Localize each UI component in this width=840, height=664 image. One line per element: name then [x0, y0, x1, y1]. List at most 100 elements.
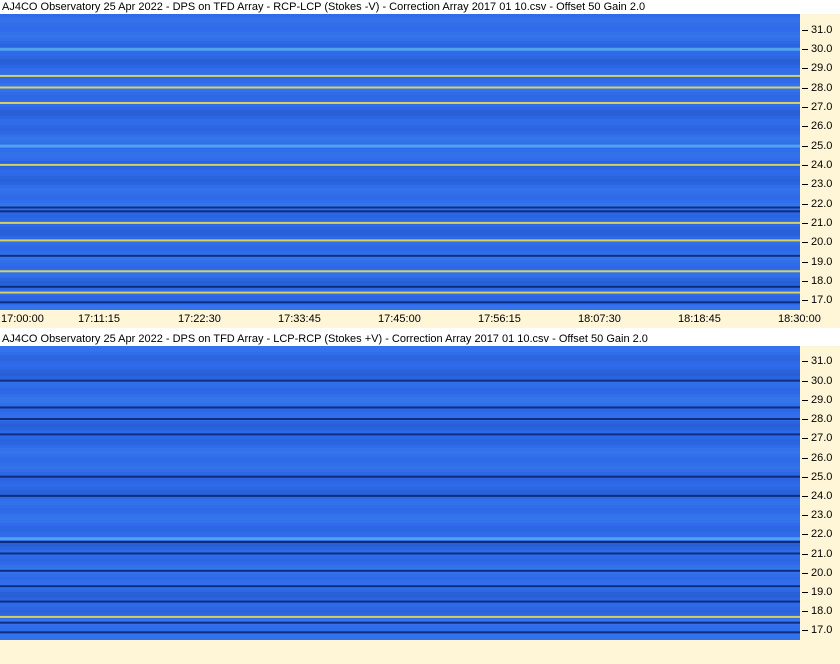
- freq-tick-mark: [802, 300, 808, 302]
- freq-tick-mark: [802, 438, 808, 440]
- texture-row: [0, 517, 800, 520]
- texture-row: [0, 59, 800, 62]
- texture-row: [0, 421, 800, 424]
- texture-row: [0, 23, 800, 26]
- freq-tick-label: 27.0: [811, 432, 833, 445]
- texture-row: [0, 454, 800, 457]
- bottom-spectrogram: [0, 346, 800, 640]
- texture-row: [0, 203, 800, 206]
- texture-row: [0, 505, 800, 508]
- texture-row: [0, 397, 800, 400]
- texture-row: [0, 412, 800, 415]
- texture-row: [0, 547, 800, 550]
- texture-row: [0, 574, 800, 577]
- texture-row: [0, 65, 800, 68]
- texture-row: [0, 248, 800, 251]
- texture-row: [0, 394, 800, 397]
- texture-row: [0, 565, 800, 568]
- spectral-band-1: [0, 406, 800, 409]
- texture-row: [0, 281, 800, 284]
- texture-row: [0, 511, 800, 514]
- texture-row: [0, 613, 800, 616]
- texture-row: [0, 478, 800, 481]
- freq-tick-label: 28.0: [811, 81, 833, 94]
- texture-row: [0, 610, 800, 613]
- freq-tick-label: 31.0: [811, 23, 833, 36]
- freq-tick-label: 24.0: [811, 489, 833, 502]
- freq-tick-mark: [802, 126, 808, 128]
- spectral-band-2: [0, 86, 800, 89]
- texture-row: [0, 71, 800, 74]
- freq-tick-label: 20.0: [811, 566, 833, 579]
- freq-tick-label: 21.0: [811, 216, 833, 229]
- texture-row: [0, 364, 800, 367]
- spectral-band-11: [0, 600, 800, 603]
- texture-row: [0, 104, 800, 107]
- freq-tick-mark: [802, 68, 808, 70]
- top-spectrogram: [0, 14, 800, 310]
- texture-row: [0, 448, 800, 451]
- spectral-band-8: [0, 552, 800, 555]
- freq-tick-label: 30.0: [811, 374, 833, 387]
- texture-row: [0, 562, 800, 565]
- bottom-frequency-axis: 31.0 30.0 29.0 28.0 27.0 26.0 25.0 24.0 23.0 22.0…: [800, 346, 840, 640]
- time-tick-label: 17:11:15: [78, 313, 121, 325]
- texture-row: [0, 442, 800, 445]
- texture-row: [0, 35, 800, 38]
- spectral-band-8: [0, 221, 800, 224]
- freq-tick-mark: [802, 145, 808, 147]
- texture-row: [0, 185, 800, 188]
- bottom-strip: [0, 640, 840, 664]
- spectral-band-14: [0, 301, 800, 304]
- texture-row: [0, 391, 800, 394]
- freq-tick-mark: [802, 48, 808, 50]
- texture-row: [0, 233, 800, 236]
- texture-row: [0, 272, 800, 275]
- spectral-band-14: [0, 631, 800, 634]
- texture-row: [0, 152, 800, 155]
- freq-tick-mark: [802, 184, 808, 186]
- freq-tick-label: 30.0: [811, 42, 833, 55]
- texture-row: [0, 424, 800, 427]
- texture-row: [0, 266, 800, 269]
- freq-tick-mark: [802, 380, 808, 382]
- texture-row: [0, 98, 800, 101]
- freq-tick-mark: [802, 87, 808, 89]
- texture-row: [0, 113, 800, 116]
- texture-row: [0, 17, 800, 20]
- spectral-band-9: [0, 239, 800, 242]
- texture-row: [0, 502, 800, 505]
- freq-tick-label: 22.0: [811, 197, 833, 210]
- freq-tick-label: 23.0: [811, 178, 833, 191]
- freq-tick-mark: [802, 515, 808, 517]
- texture-row: [0, 116, 800, 119]
- texture-row: [0, 598, 800, 601]
- freq-tick-mark: [802, 164, 808, 166]
- freq-tick-label: 29.0: [811, 62, 833, 75]
- texture-row: [0, 191, 800, 194]
- texture-row: [0, 167, 800, 170]
- texture-row: [0, 38, 800, 41]
- freq-tick-label: 17.0: [811, 624, 833, 637]
- freq-tick-mark: [802, 572, 808, 574]
- texture-row: [0, 346, 800, 349]
- texture-row: [0, 56, 800, 59]
- texture-row: [0, 385, 800, 388]
- time-tick-label: 17:00:00: [1, 313, 44, 325]
- freq-tick-label: 22.0: [811, 528, 833, 541]
- texture-row: [0, 430, 800, 433]
- texture-row: [0, 445, 800, 448]
- texture-row: [0, 376, 800, 379]
- spectral-band-11: [0, 270, 800, 273]
- spectral-band-0: [0, 47, 800, 51]
- texture-row: [0, 62, 800, 65]
- texture-row: [0, 83, 800, 86]
- texture-row: [0, 137, 800, 140]
- texture-row: [0, 200, 800, 203]
- texture-row: [0, 472, 800, 475]
- texture-row: [0, 460, 800, 463]
- freq-tick-label: 25.0: [811, 470, 833, 483]
- texture-row: [0, 44, 800, 47]
- freq-tick-mark: [802, 261, 808, 263]
- texture-row: [0, 427, 800, 430]
